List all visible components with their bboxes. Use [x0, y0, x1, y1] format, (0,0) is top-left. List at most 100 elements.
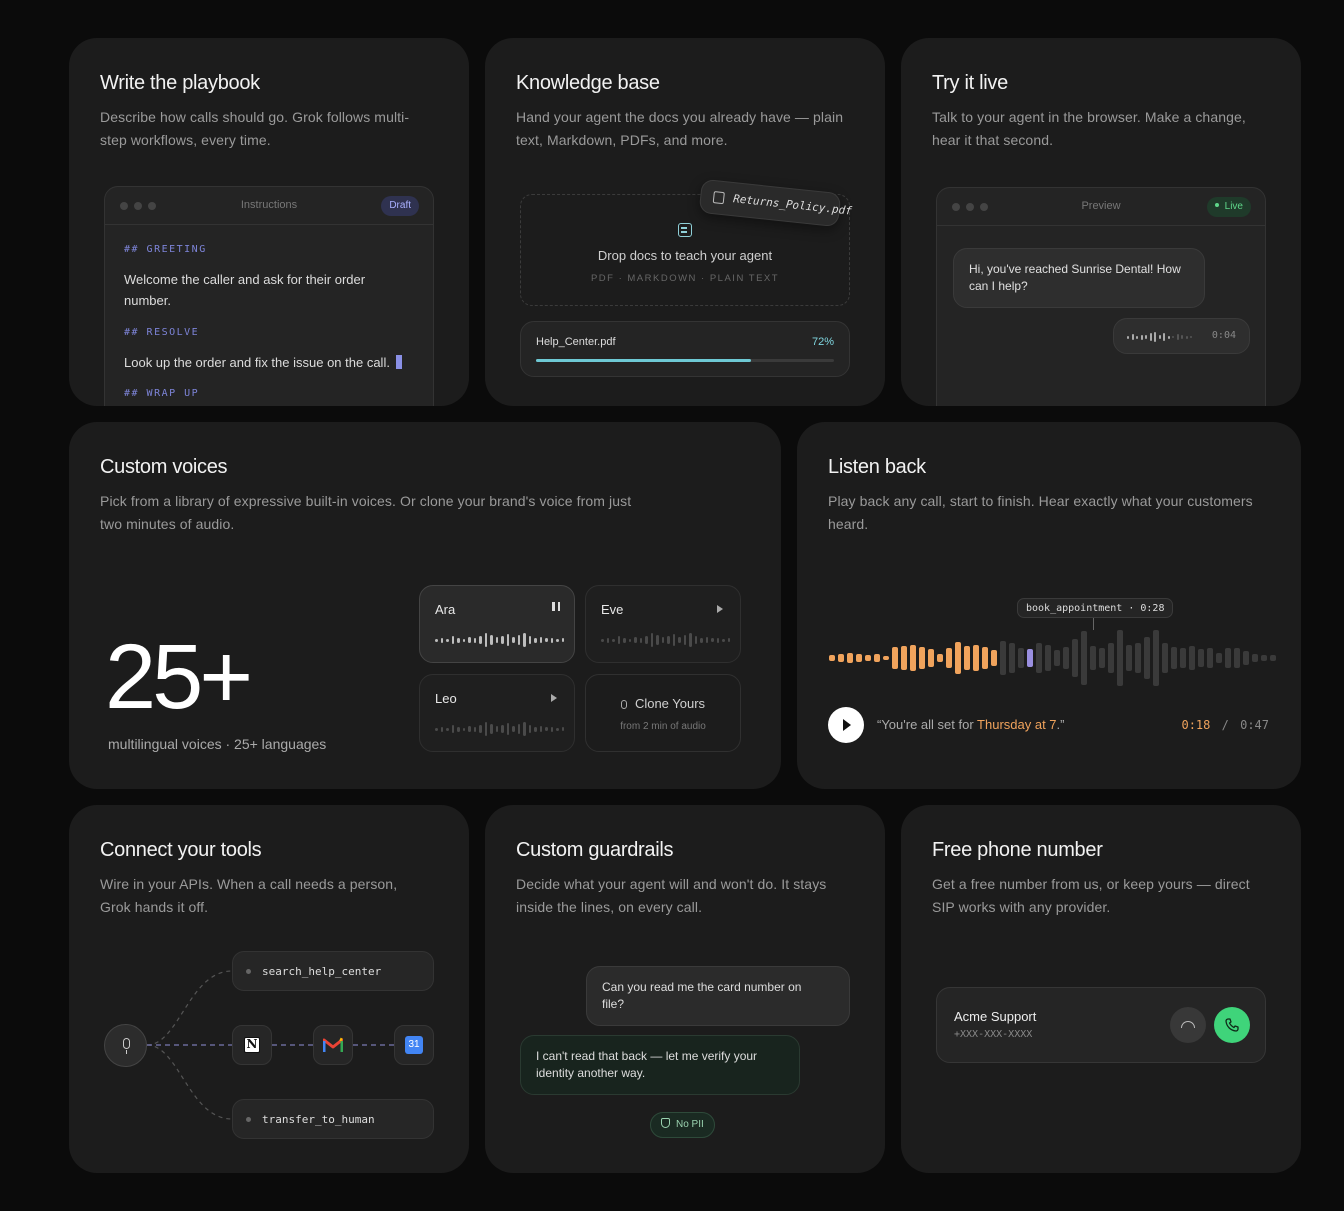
function-transfer-to-human[interactable]: transfer_to_human: [232, 1099, 434, 1139]
accept-call-button[interactable]: [1214, 1007, 1250, 1043]
waveform-bar: [829, 655, 835, 661]
waveform-bar: [1135, 643, 1141, 673]
waveform-bar: [561, 727, 564, 731]
waveform-bar: [650, 633, 653, 647]
waveform-bar: [1252, 654, 1258, 662]
live-badge: Live: [1206, 197, 1251, 217]
waveform-bar: [462, 638, 465, 642]
text-cursor: [395, 355, 402, 369]
calendar-icon[interactable]: 31: [394, 1025, 434, 1065]
waveform-bar: [512, 726, 515, 732]
draft-badge: Draft: [381, 196, 419, 216]
user-audio-message[interactable]: 0:04: [1113, 318, 1250, 354]
section-heading: ## RESOLVE: [124, 327, 200, 338]
waveform-bar: [656, 635, 659, 645]
tryit-card: Try it live Talk to your agent in the br…: [901, 38, 1301, 406]
waveform-bar: [716, 637, 719, 643]
waveform-bar: [722, 638, 725, 642]
voices-card: Custom voices Pick from a library of exp…: [69, 422, 781, 789]
guardrails-card: Custom guardrails Decide what your agent…: [485, 805, 885, 1173]
listen-card: Listen back Play back any call, start to…: [797, 422, 1301, 789]
microphone-icon: [123, 1038, 130, 1049]
waveform-bar: [1054, 650, 1060, 666]
waveform-bar: [1171, 647, 1177, 669]
card-title: Custom guardrails: [516, 839, 674, 861]
agent-message: Hi, you've reached Sunrise Dental! How ca…: [953, 248, 1205, 308]
caller-name: Acme Support: [954, 1009, 1037, 1024]
voice-card-leo[interactable]: Leo: [419, 674, 575, 752]
waveform-bar: [1018, 648, 1024, 668]
function-search-help-center[interactable]: search_help_center: [232, 951, 434, 991]
waveform-bar: [506, 634, 509, 646]
card-description: Play back any call, start to finish. Hea…: [828, 493, 1253, 532]
waveform-bar: [1108, 643, 1114, 673]
waveform-bar: [446, 638, 449, 642]
tool-call-marker[interactable]: book_appointment · 0:28: [1017, 598, 1174, 618]
waveform-bar: [1081, 631, 1087, 685]
playback-waveform[interactable]: [829, 628, 1279, 688]
waveform-bar: [556, 727, 559, 731]
voice-card-eve[interactable]: Eve: [585, 585, 741, 663]
card-description: Pick from a library of expressive built-…: [100, 493, 632, 532]
clone-voice-card[interactable]: Clone Yours from 2 min of audio: [585, 674, 741, 752]
waveform-bar: [435, 727, 438, 731]
gmail-icon[interactable]: [313, 1025, 353, 1065]
voice-card-ara[interactable]: Ara: [419, 585, 575, 663]
phone-card: Free phone number Get a free number from…: [901, 805, 1301, 1173]
waveform-bar: [928, 649, 934, 667]
agent-message: I can't read that back — let me verify y…: [520, 1035, 800, 1095]
waveform-bar: [451, 636, 454, 644]
card-title: Write the playbook: [100, 72, 260, 94]
card-description: Get a free number from us, or keep yours…: [932, 876, 1250, 915]
waveform-bar: [946, 648, 952, 668]
waveform-bar: [1270, 655, 1276, 661]
microphone-node[interactable]: [104, 1024, 147, 1067]
waveform-bar: [539, 637, 542, 643]
waveform-bar: [634, 637, 637, 643]
waveform-bar: [910, 645, 916, 671]
waveform-bar: [937, 654, 943, 662]
waveform-bar: [1145, 335, 1147, 339]
playback-time: 0:18 / 0:47: [1181, 718, 1269, 732]
waveform-bar: [1136, 335, 1138, 339]
waveform-bar: [1072, 639, 1078, 677]
waveform-bar: [517, 724, 520, 734]
phone-icon: [1225, 1018, 1239, 1032]
waveform-bar: [468, 637, 471, 643]
instructions-window: Instructions Draft ## GREETING Welcome t…: [104, 186, 434, 406]
play-icon[interactable]: [551, 694, 557, 702]
transcript-quote: “You're all set for Thursday at 7.”: [877, 717, 1065, 732]
instruction-text[interactable]: Welcome the caller and ask for their ord…: [124, 269, 365, 311]
waveform-bar: [440, 726, 443, 732]
waveform-bar: [874, 654, 880, 662]
waveform-bar: [484, 633, 487, 647]
waveform-bar: [694, 636, 697, 644]
pause-icon[interactable]: [552, 602, 560, 614]
waveform-bar: [512, 637, 515, 643]
instruction-text[interactable]: Look up the order and fix the issue on t…: [124, 352, 402, 373]
voice-waveform: [601, 628, 733, 652]
waveform-bar: [1176, 334, 1179, 340]
progress-fill: [536, 359, 751, 362]
waveform-bar: [645, 636, 648, 644]
notion-icon[interactable]: N: [232, 1025, 272, 1065]
play-button[interactable]: [828, 707, 864, 743]
waveform-bar: [457, 726, 460, 732]
file-name: Returns_Policy.pdf: [732, 192, 853, 218]
waveform-bar: [561, 638, 564, 642]
voice-name: Ara: [435, 602, 456, 617]
voice-count-caption: multilingual voices · 25+ languages: [108, 736, 327, 752]
waveform-bar: [1144, 637, 1150, 679]
waveform-bar: [683, 635, 686, 645]
decline-call-button[interactable]: [1170, 1007, 1206, 1043]
waveform-bar: [528, 636, 531, 644]
waveform-bar: [1117, 630, 1123, 686]
waveform-bar: [473, 726, 476, 732]
waveform-bar: [462, 727, 465, 731]
waveform-bar: [1180, 648, 1186, 668]
waveform-bar: [523, 633, 526, 647]
waveform-bar: [1140, 334, 1143, 340]
play-icon[interactable]: [717, 605, 723, 613]
waveform-bar: [1189, 646, 1195, 670]
upload-percent: 72%: [811, 336, 834, 348]
